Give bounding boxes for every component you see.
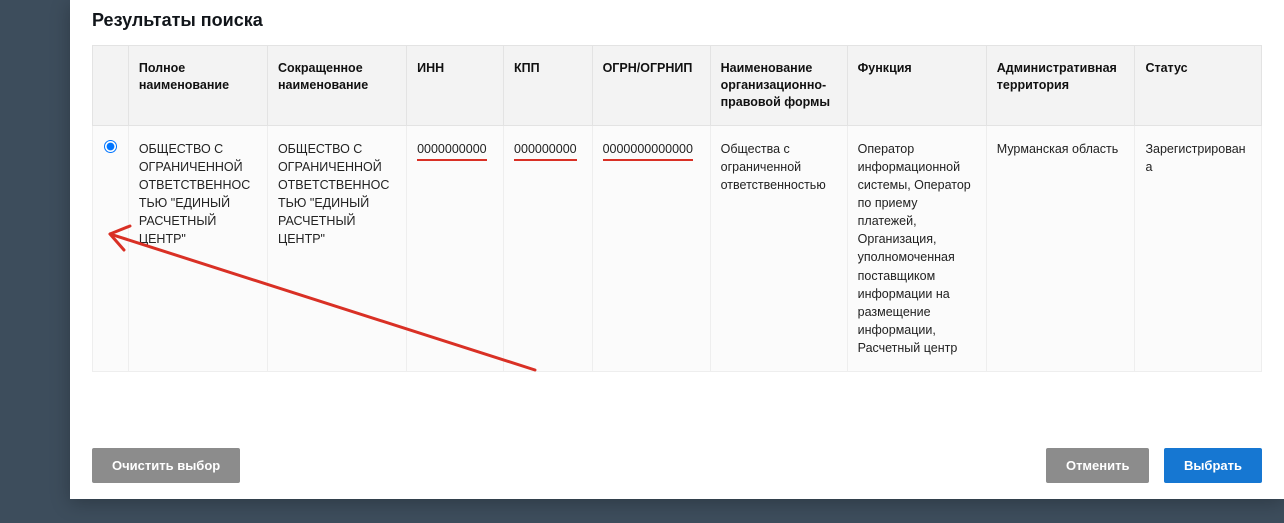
modal-body: Полное наименование Сокращенное наименов… <box>70 45 1284 430</box>
footer-left: Очистить выбор <box>92 448 240 483</box>
table-header-row: Полное наименование Сокращенное наименов… <box>93 46 1262 126</box>
col-ogrn: ОГРН/ОГРНИП <box>592 46 710 126</box>
cell-kpp: 000000000 <box>504 125 593 372</box>
col-function: Функция <box>847 46 986 126</box>
modal-footer: Очистить выбор Отменить Выбрать <box>70 430 1284 499</box>
col-kpp: КПП <box>504 46 593 126</box>
cell-kpp-value: 000000000 <box>514 140 577 161</box>
cell-inn-value: 0000000000 <box>417 140 487 161</box>
page-title: Результаты поиска <box>92 10 1262 31</box>
col-legal-form: Наименование организационно-правовой фор… <box>710 46 847 126</box>
cell-ogrn-value: 0000000000000 <box>603 140 693 161</box>
results-table: Полное наименование Сокращенное наименов… <box>92 45 1262 372</box>
cancel-button[interactable]: Отменить <box>1046 448 1150 483</box>
row-radio-cell <box>93 125 129 372</box>
cell-short-name: ОБЩЕСТВО С ОГРАНИЧЕННОЙ ОТВЕТСТВЕННОСТЬЮ… <box>267 125 406 372</box>
cell-full-name: ОБЩЕСТВО С ОГРАНИЧЕННОЙ ОТВЕТСТВЕННОСТЬЮ… <box>128 125 267 372</box>
col-territory: Административная территория <box>986 46 1135 126</box>
search-results-modal: Результаты поиска Полное наименование Со… <box>70 0 1284 499</box>
cell-legal-form: Общества с ограниченной ответственностью <box>710 125 847 372</box>
cell-function: Оператор информационной системы, Операто… <box>847 125 986 372</box>
cell-inn: 0000000000 <box>407 125 504 372</box>
clear-selection-button[interactable]: Очистить выбор <box>92 448 240 483</box>
col-radio <box>93 46 129 126</box>
select-button[interactable]: Выбрать <box>1164 448 1262 483</box>
footer-right: Отменить Выбрать <box>1036 448 1262 483</box>
cell-ogrn: 0000000000000 <box>592 125 710 372</box>
row-select-radio[interactable] <box>104 140 117 153</box>
cell-status: Зарегистрирована <box>1135 125 1262 372</box>
col-status: Статус <box>1135 46 1262 126</box>
modal-header: Результаты поиска <box>70 0 1284 45</box>
cell-territory: Мурманская область <box>986 125 1135 372</box>
col-inn: ИНН <box>407 46 504 126</box>
table-row[interactable]: ОБЩЕСТВО С ОГРАНИЧЕННОЙ ОТВЕТСТВЕННОСТЬЮ… <box>93 125 1262 372</box>
col-short-name: Сокращенное наименование <box>267 46 406 126</box>
col-full-name: Полное наименование <box>128 46 267 126</box>
